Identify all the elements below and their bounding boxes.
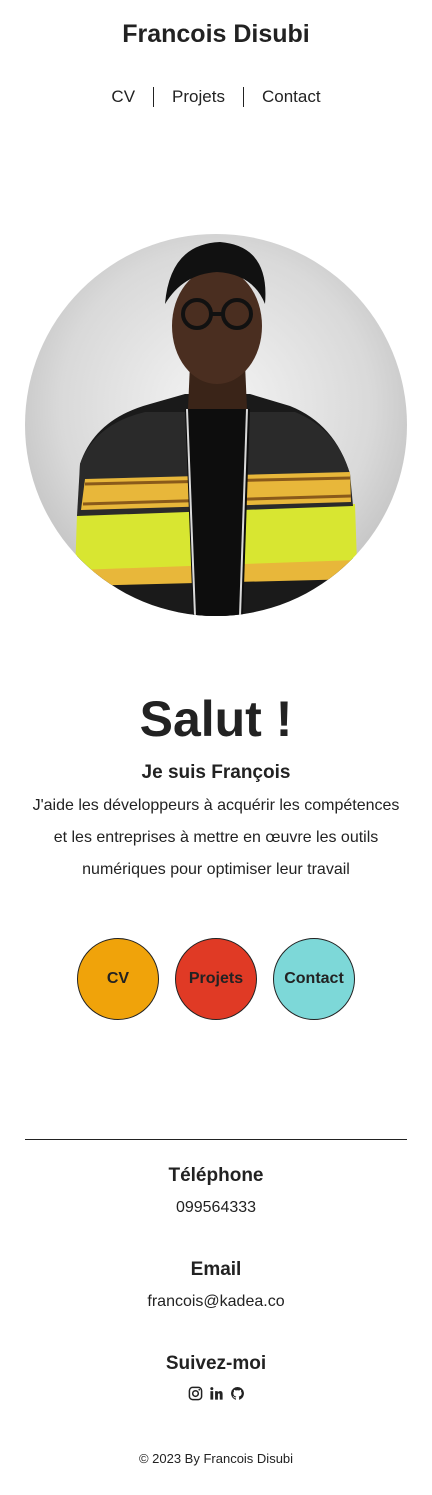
follow-title: Suivez-moi (165, 1353, 267, 1374)
footer-copyright: © 2023 By Francois Disubi (138, 1451, 294, 1466)
instagram-icon[interactable] (188, 1386, 203, 1401)
contact-button[interactable]: Contact (273, 938, 355, 1020)
intro-text: J'aide les développeurs à acquérir les c… (32, 797, 400, 878)
greeting-heading: Salut ! (139, 691, 293, 747)
email-value: francois@kadea.co (147, 1293, 285, 1310)
nav-link-cv[interactable]: CV (93, 87, 153, 107)
projets-button[interactable]: Projets (175, 938, 257, 1020)
main-nav: CV Projets Contact (0, 87, 432, 107)
phone-value: 099564333 (175, 1199, 257, 1216)
github-icon[interactable] (230, 1386, 245, 1401)
email-title: Email (190, 1259, 242, 1280)
linkedin-icon[interactable] (209, 1386, 224, 1401)
nav-link-contact[interactable]: Contact (244, 87, 339, 107)
cv-button[interactable]: CV (77, 938, 159, 1020)
section-divider (25, 1139, 407, 1140)
nav-link-projets[interactable]: Projets (154, 87, 243, 107)
intro-subtitle: Je suis François (141, 762, 291, 783)
profile-photo (25, 234, 407, 616)
site-title: Francois Disubi (122, 20, 310, 48)
phone-title: Téléphone (168, 1165, 264, 1186)
social-links (0, 1386, 432, 1401)
